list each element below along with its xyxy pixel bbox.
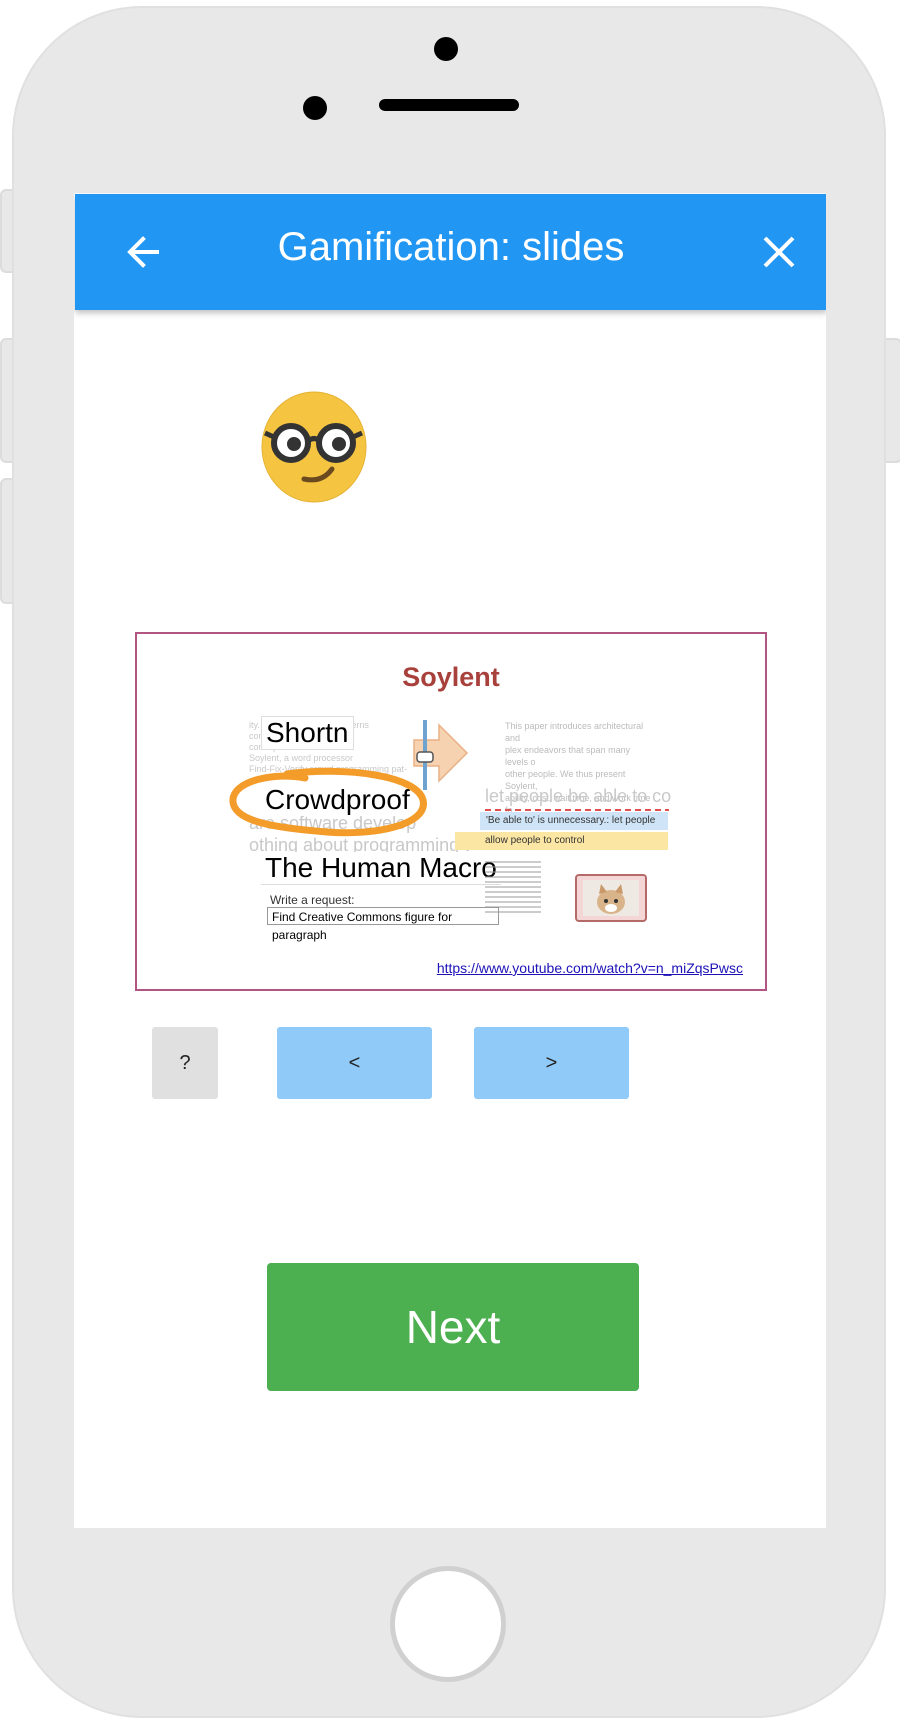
close-icon[interactable] [759, 228, 799, 276]
page-title: Gamification: slides [277, 225, 625, 269]
arrow-left-icon[interactable] [123, 228, 163, 276]
slide-annotation-circle [229, 767, 427, 837]
slide-request-label: Write a request: [270, 893, 355, 907]
earpiece-speaker [379, 99, 519, 111]
nerd-face-emoji-icon [260, 391, 368, 503]
slide-title: Soylent [402, 662, 500, 692]
slide-video-link[interactable]: https://www.youtube.com/watch?v=n_miZqsP… [437, 960, 743, 976]
slide-label-human-macro: The Human Macro [261, 852, 501, 885]
slide-suggestion-2: allow people to control [455, 832, 668, 850]
previous-slide-button[interactable]: < [277, 1027, 432, 1099]
proximity-sensor [303, 96, 327, 120]
slide-suggestion-1: 'Be able to' is unnecessary.: let people [480, 812, 668, 830]
slide-cat-photo [575, 874, 647, 922]
home-button[interactable] [390, 1566, 506, 1682]
app-screen: Gamification: slides Soylent ity. Author… [74, 193, 826, 1528]
slide-suggestion-phrase: let people be able to co [485, 786, 672, 806]
slide-label-shortn: Shortn [261, 716, 354, 750]
next-button[interactable]: Next [267, 1263, 639, 1391]
next-slide-button[interactable]: > [474, 1027, 629, 1099]
front-camera [434, 37, 458, 61]
slide-document-thumbnail [485, 861, 541, 913]
slide-request-field: Find Creative Commons figure for paragra… [267, 907, 499, 942]
help-button[interactable]: ? [152, 1027, 218, 1099]
slide-image: Soylent ity. Authored is action patterns… [135, 632, 767, 991]
app-bar: Gamification: slides [75, 194, 826, 310]
